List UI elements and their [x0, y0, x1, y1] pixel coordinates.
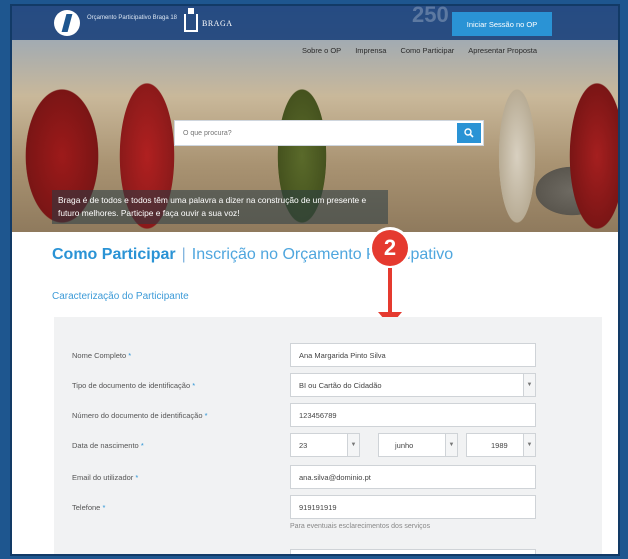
full-name-field[interactable]: Ana Margarida Pinto Silva: [290, 343, 536, 367]
braga-logo[interactable]: BRAGA: [184, 8, 240, 34]
braga-logo-text: BRAGA: [202, 18, 233, 28]
chevron-down-icon: ▼: [523, 434, 535, 456]
form-row-name: Nome Completo * Ana Margarida Pinto Silv…: [54, 343, 602, 369]
email-field[interactable]: ana.silva@dominio.pt: [290, 465, 536, 489]
required-mark: *: [102, 503, 106, 512]
required-mark: *: [135, 473, 139, 482]
required-mark: *: [192, 381, 196, 390]
nav-item-sobre[interactable]: Sobre o OP: [302, 46, 341, 55]
search-bar: [174, 120, 484, 146]
search-icon: [464, 128, 474, 138]
doc-number-label: Número do documento de identificação *: [72, 411, 208, 420]
form-row-birth-date: Data de nascimento * 23 ▼ junho ▼ 1989 ▼: [54, 433, 602, 459]
doc-type-label: Tipo de documento de identificação *: [72, 381, 196, 390]
full-name-label: Nome Completo *: [72, 351, 132, 360]
browser-viewport: Orçamento Participativo Braga 18 BRAGA 2…: [12, 6, 618, 554]
doc-number-field[interactable]: 123456789: [290, 403, 536, 427]
required-mark: *: [140, 441, 144, 450]
required-mark: *: [204, 411, 208, 420]
phone-field[interactable]: 919191919: [290, 495, 536, 519]
castle-icon: [184, 8, 198, 32]
nav-item-apresentar-proposta[interactable]: Apresentar Proposta: [468, 46, 537, 55]
email-label: Email do utilizador *: [72, 473, 139, 482]
step-badge: 2: [372, 230, 408, 266]
org-name: Orçamento Participativo Braga 18: [86, 15, 178, 21]
doc-type-value: BI ou Cartão do Cidadão: [299, 380, 382, 390]
birth-month-value: junho: [395, 440, 414, 450]
search-button[interactable]: [457, 123, 481, 143]
login-button[interactable]: Iniciar Sessão no OP: [452, 12, 552, 36]
chevron-down-icon: ▼: [523, 374, 535, 396]
hero-banner: Orçamento Participativo Braga 18 BRAGA 2…: [12, 6, 618, 232]
form-row-email: Email do utilizador * ana.silva@dominio.…: [54, 465, 602, 491]
birth-month-select[interactable]: junho ▼: [378, 433, 458, 457]
phone-hint: Para eventuais esclarecimentos dos servi…: [290, 523, 431, 530]
birth-year-select[interactable]: 1989 ▼: [466, 433, 536, 457]
search-input[interactable]: [175, 121, 455, 145]
anniversary-mark: 250: [412, 6, 449, 27]
pointer-arrow-shaft: [388, 268, 392, 314]
page-title-sub: Inscrição no Orçamento Participativo: [191, 246, 454, 263]
birth-day-select[interactable]: 23 ▼: [290, 433, 360, 457]
phone-label: Telefone *: [72, 503, 106, 512]
form-row-phone: Telefone * 919191919: [54, 495, 602, 521]
chevron-down-icon: ▼: [445, 434, 457, 456]
hero-tagline: Braga é de todos e todos têm uma palavra…: [52, 190, 388, 224]
next-field[interactable]: [290, 549, 536, 554]
form-row-partial: [54, 549, 602, 554]
birth-day-value: 23: [299, 440, 308, 450]
op-logo-icon[interactable]: [54, 10, 80, 36]
birth-date-label: Data de nascimento *: [72, 441, 144, 450]
required-mark: *: [128, 351, 132, 360]
top-bar: Orçamento Participativo Braga 18 BRAGA 2…: [12, 6, 618, 40]
nav-item-imprensa[interactable]: Imprensa: [355, 46, 386, 55]
form-row-doc-type: Tipo de documento de identificação * BI …: [54, 373, 602, 399]
birth-year-value: 1989: [491, 440, 508, 450]
form-row-doc-number: Número do documento de identificação * 1…: [54, 403, 602, 429]
page-title-main: Como Participar: [52, 246, 176, 263]
section-title: Caracterização do Participante: [52, 291, 189, 302]
nav-item-como-participar[interactable]: Como Participar: [400, 46, 454, 55]
chevron-down-icon: ▼: [347, 434, 359, 456]
title-separator: |: [181, 246, 186, 263]
main-nav: Sobre o OP Imprensa Como Participar Apre…: [302, 46, 537, 55]
registration-form: Nome Completo * Ana Margarida Pinto Silv…: [54, 317, 602, 554]
doc-type-select[interactable]: BI ou Cartão do Cidadão ▼: [290, 373, 536, 397]
